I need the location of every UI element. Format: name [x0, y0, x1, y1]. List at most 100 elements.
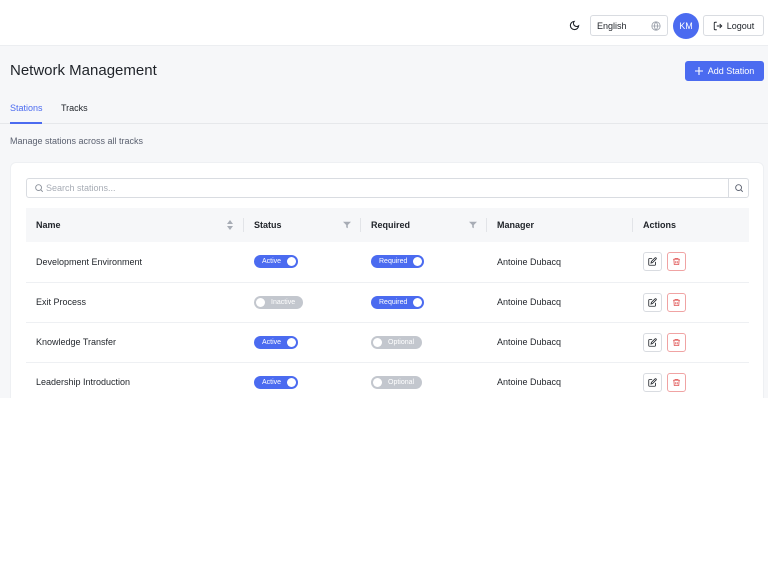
add-station-label: Add Station — [707, 66, 755, 76]
delete-button[interactable] — [667, 292, 686, 312]
actions-cell — [633, 362, 749, 398]
status-toggle-label: Active — [262, 378, 282, 386]
search-input[interactable] — [46, 181, 726, 195]
actions-cell — [633, 322, 749, 363]
row-actions — [643, 332, 739, 352]
theme-toggle-button[interactable] — [566, 17, 582, 33]
edit-button[interactable] — [643, 332, 662, 352]
edit-button[interactable] — [643, 252, 662, 272]
user-avatar[interactable]: KM — [673, 13, 699, 39]
edit-icon — [648, 377, 657, 387]
required-cell: Optional — [361, 322, 487, 363]
table-row: Knowledge Transfer Active Optional Antoi… — [26, 322, 749, 363]
required-cell: Required — [361, 282, 487, 323]
column-label: Manager — [497, 220, 535, 230]
column-label: Required — [371, 220, 411, 230]
search-bar — [26, 178, 749, 198]
status-cell: Active — [244, 362, 361, 398]
edit-icon — [648, 257, 657, 266]
table-header-row: Name Status Required Manager Actions — [26, 208, 749, 242]
column-label: Status — [254, 220, 282, 230]
status-toggle[interactable]: Active — [254, 335, 299, 349]
station-name: Leadership Introduction — [26, 362, 244, 398]
add-station-button[interactable]: Add Station — [685, 61, 764, 81]
language-select[interactable]: English — [590, 15, 668, 36]
row-actions — [643, 292, 739, 312]
actions-cell — [633, 282, 749, 323]
manager-name: Antoine Dubacq — [487, 242, 633, 283]
tab-stations[interactable]: Stations — [10, 103, 43, 113]
status-cell: Active — [244, 242, 361, 283]
status-cell: Active — [244, 322, 361, 363]
column-header-status[interactable]: Status — [244, 208, 361, 242]
manager-name: Antoine Dubacq — [487, 282, 633, 323]
toggle-knob — [373, 377, 382, 387]
required-cell: Optional — [361, 362, 487, 398]
status-toggle[interactable]: Active — [254, 375, 299, 389]
required-toggle-label: Optional — [388, 338, 415, 346]
row-actions — [643, 252, 739, 272]
required-toggle[interactable]: Required — [371, 295, 425, 309]
required-toggle-label: Required — [379, 298, 408, 306]
column-label: Actions — [643, 220, 677, 230]
app-frame: English KM Logout Network Management Add… — [0, 0, 768, 398]
page-title: Network Management — [10, 62, 157, 79]
search-button[interactable] — [728, 178, 748, 198]
delete-button[interactable] — [667, 332, 686, 352]
trash-icon — [673, 338, 680, 346]
status-toggle-label: Active — [262, 338, 282, 346]
plus-icon — [694, 67, 703, 75]
required-toggle[interactable]: Optional — [371, 335, 423, 349]
required-toggle[interactable]: Required — [371, 255, 425, 269]
filter-icon[interactable] — [469, 220, 477, 230]
required-toggle[interactable]: Optional — [371, 375, 423, 389]
required-toggle-label: Required — [379, 258, 408, 266]
trash-icon — [673, 378, 680, 386]
language-value: English — [597, 20, 627, 31]
edit-button[interactable] — [643, 372, 662, 392]
tab-bar: Stations Tracks — [0, 96, 768, 124]
station-name: Development Environment — [26, 242, 244, 283]
edit-icon — [648, 337, 657, 347]
status-toggle-label: Active — [262, 258, 282, 266]
page-subtitle: Manage stations across all tracks — [10, 136, 144, 146]
column-label: Name — [36, 220, 61, 230]
actions-cell — [633, 242, 749, 283]
trash-icon — [673, 298, 680, 306]
search-icon — [35, 184, 44, 193]
table-row: Leadership Introduction Active Optional … — [26, 362, 749, 398]
toggle-knob — [256, 297, 265, 307]
tab-tracks[interactable]: Tracks — [61, 103, 88, 113]
column-header-actions: Actions — [633, 208, 749, 242]
required-cell: Required — [361, 242, 487, 283]
table-row: Development Environment Active Required … — [26, 242, 749, 283]
toggle-knob — [287, 377, 297, 387]
column-header-required[interactable]: Required — [361, 208, 487, 242]
manager-name: Antoine Dubacq — [487, 322, 633, 363]
station-name: Exit Process — [26, 282, 244, 323]
logout-button[interactable]: Logout — [703, 15, 764, 36]
search-icon — [734, 184, 743, 193]
delete-button[interactable] — [667, 252, 686, 272]
status-toggle[interactable]: Inactive — [254, 295, 304, 309]
toggle-knob — [287, 257, 297, 267]
toggle-knob — [373, 337, 382, 347]
status-cell: Inactive — [244, 282, 361, 323]
stations-table: Name Status Required Manager Actions Dev… — [26, 208, 749, 398]
manager-name: Antoine Dubacq — [487, 362, 633, 398]
stations-card: Name Status Required — [10, 162, 764, 398]
filter-icon[interactable] — [343, 220, 351, 230]
active-tab-indicator — [10, 122, 42, 124]
edit-button[interactable] — [643, 292, 662, 312]
delete-button[interactable] — [667, 372, 686, 392]
table-row: Exit Process Inactive Required Antoine D… — [26, 282, 749, 323]
column-header-manager: Manager — [487, 208, 633, 242]
sort-icon[interactable] — [226, 220, 234, 230]
toggle-knob — [413, 257, 423, 267]
toggle-knob — [413, 297, 423, 307]
toggle-knob — [287, 337, 297, 347]
column-header-name[interactable]: Name — [26, 208, 244, 242]
row-actions — [643, 372, 739, 392]
status-toggle[interactable]: Active — [254, 255, 299, 269]
logout-icon — [713, 21, 723, 30]
